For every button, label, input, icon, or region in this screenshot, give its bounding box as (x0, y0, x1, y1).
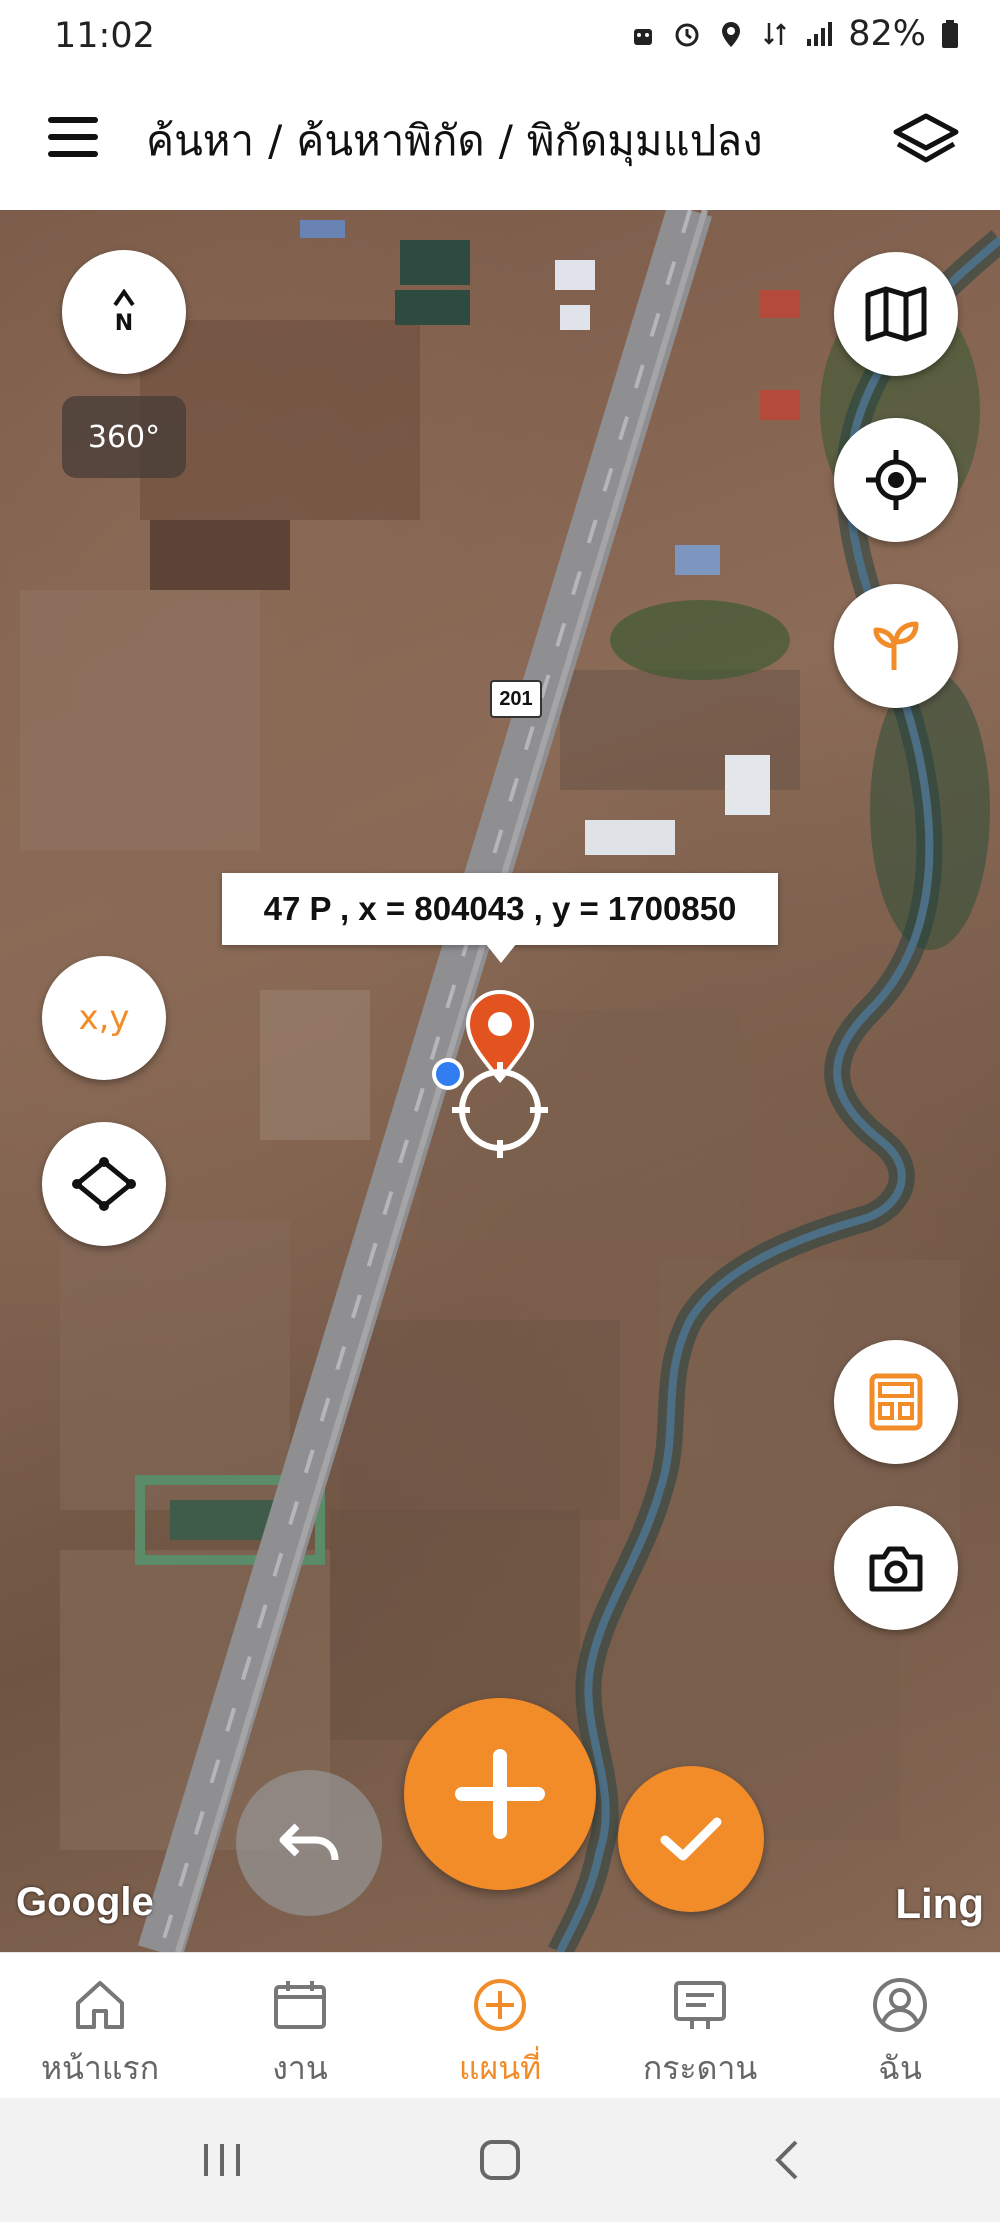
system-navigation-bar (0, 2098, 1000, 2222)
plus-icon (455, 1749, 545, 1839)
xy-button-label: x,y (78, 998, 130, 1038)
nav-label-me: ฉัน (878, 2049, 922, 2087)
android-icon (634, 29, 653, 45)
compass-letter: N (114, 311, 134, 336)
signal-icon (807, 22, 833, 46)
breadcrumb-search[interactable]: ค้นหา (146, 116, 254, 165)
nav-label-map: แผนที่ (458, 2049, 542, 2087)
recent-apps-icon[interactable] (200, 2140, 244, 2180)
nav-item-me[interactable]: ฉัน (800, 1953, 1000, 2099)
status-time: 11:02 (54, 16, 155, 56)
google-watermark: Google (16, 1880, 154, 1924)
battery-icon (942, 20, 958, 48)
profile-icon (873, 1978, 927, 2032)
xy-input-button[interactable]: x,y (42, 956, 166, 1080)
crosshair-icon (866, 450, 926, 510)
board-icon (674, 1981, 726, 2029)
nav-label-home: หน้าแรก (40, 2049, 160, 2087)
location-icon (722, 22, 741, 47)
compass-degrees: 360° (62, 396, 186, 478)
home-button-icon[interactable] (478, 2138, 522, 2182)
nav-label-board: กระดาน (642, 2049, 758, 2087)
breadcrumb-separator: / (268, 116, 283, 165)
calculator-button[interactable] (834, 1340, 958, 1464)
nav-item-board[interactable]: กระดาน (600, 1953, 800, 2099)
coordinate-label: 47 P , x = 804043 , y = 1700850 (222, 873, 778, 945)
sprout-icon (873, 621, 919, 670)
breadcrumb-search-coordinates[interactable]: ค้นหาพิกัด (296, 116, 484, 165)
layers-icon[interactable] (890, 110, 962, 170)
road-number-sign: 201 (490, 680, 542, 718)
map-type-button[interactable] (834, 252, 958, 376)
nav-label-tasks: งาน (272, 2049, 328, 2087)
top-app-bar: ค้นหา / ค้นหาพิกัด / พิกัดมุมแปลง (0, 72, 1000, 210)
breadcrumb: ค้นหา / ค้นหาพิกัด / พิกัดมุมแปลง (146, 108, 763, 174)
alarm-icon (675, 23, 699, 47)
add-point-button[interactable] (404, 1698, 596, 1890)
coordinate-label-pointer (485, 943, 517, 963)
compass-button[interactable]: N (62, 250, 186, 374)
gps-dot-icon (432, 1058, 464, 1090)
camera-icon (869, 1546, 923, 1592)
north-arrow-icon (113, 289, 135, 307)
nav-item-tasks[interactable]: งาน (200, 1953, 400, 2099)
confirm-button[interactable] (618, 1766, 764, 1912)
plus-circle-icon (474, 1979, 526, 2031)
battery-percent: 82% (848, 14, 926, 54)
my-location-button[interactable] (834, 418, 958, 542)
nav-item-home[interactable]: หน้าแรก (0, 1953, 200, 2099)
breadcrumb-corner-coordinates: พิกัดมุมแปลง (526, 116, 763, 165)
menu-icon[interactable] (48, 117, 98, 157)
polygon-icon (72, 1157, 136, 1211)
bottom-navigation: หน้าแรก งาน แผนที่ กระดาน ฉัน (0, 1952, 1000, 2099)
camera-button[interactable] (834, 1506, 958, 1630)
draw-polygon-button[interactable] (42, 1122, 166, 1246)
calculator-icon (869, 1373, 923, 1431)
undo-icon (279, 1823, 339, 1861)
map-icon (865, 286, 927, 342)
data-icon (764, 23, 787, 45)
undo-button[interactable] (236, 1770, 382, 1916)
ling-watermark: Ling (895, 1880, 984, 1927)
satellite-map[interactable]: 201 N 360° x,y 47 P , x = 804043 , y = 1… (0, 210, 1000, 1952)
plant-button[interactable] (834, 584, 958, 708)
breadcrumb-separator: / (498, 116, 513, 165)
status-icons: 82% (628, 14, 960, 54)
home-icon (76, 1981, 124, 2029)
status-bar: 11:02 82% (0, 0, 1000, 72)
checkmark-icon (660, 1817, 722, 1861)
back-icon[interactable] (770, 2138, 806, 2182)
calendar-icon (274, 1981, 326, 2029)
nav-item-map[interactable]: แผนที่ (400, 1953, 600, 2099)
